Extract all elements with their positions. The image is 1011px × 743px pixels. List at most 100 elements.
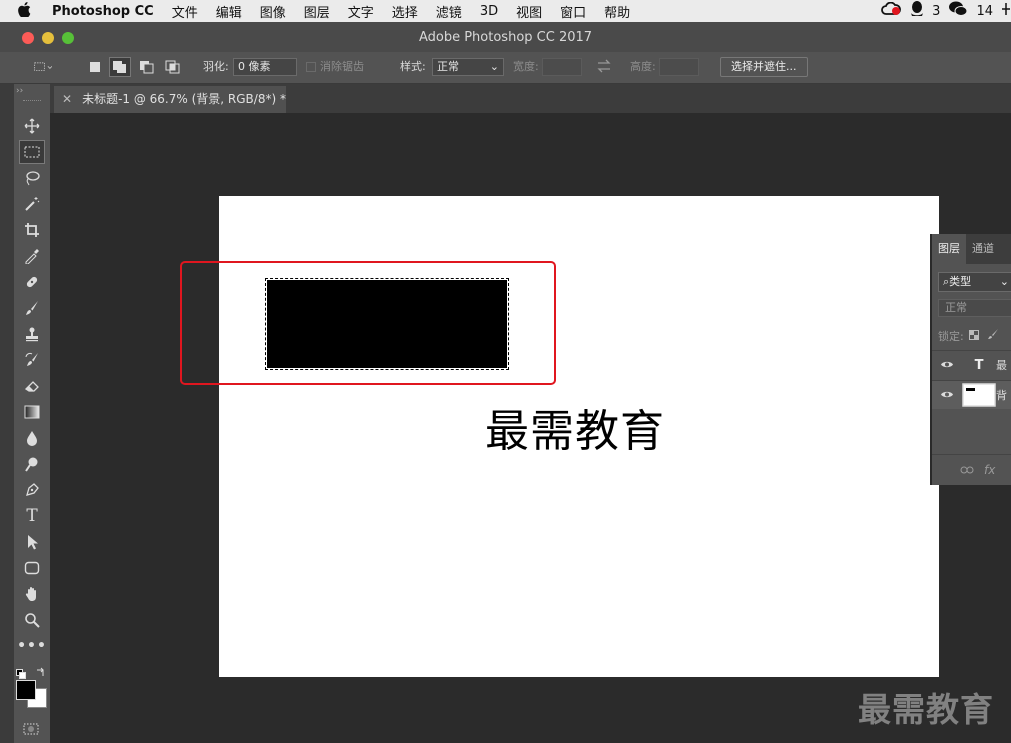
menu-bar: Photoshop CC 文件 编辑 图像 图层 文字 选择 滤镜 3D 视图 … [0, 0, 1011, 22]
lasso-tool-icon[interactable] [19, 166, 45, 190]
watermark-text: 最需教育 [858, 690, 994, 729]
height-input[interactable] [659, 58, 699, 76]
anti-alias-checkbox[interactable] [306, 62, 316, 72]
wechat-icon[interactable] [948, 1, 968, 21]
menu-help[interactable]: 帮助 [604, 2, 630, 21]
menu-filter[interactable]: 滤镜 [436, 2, 462, 21]
minimize-window-button[interactable] [42, 32, 54, 44]
brush-tool-icon[interactable] [19, 296, 45, 320]
tab-channels[interactable]: 通道 [966, 234, 1000, 264]
document-tab[interactable]: ✕ 未标题-1 @ 66.7% (背景, RGB/8*) * [54, 86, 286, 113]
history-brush-tool-icon[interactable] [19, 348, 45, 372]
layer-name: 最 [996, 359, 1007, 372]
link-layers-icon[interactable] [960, 463, 974, 477]
select-and-mask-button[interactable]: 选择并遮住... [720, 57, 808, 77]
anti-alias-label: 消除锯齿 [320, 60, 364, 73]
hand-tool-icon[interactable] [19, 582, 45, 606]
menu-image[interactable]: 图像 [260, 2, 286, 21]
wechat-count: 14 [976, 3, 993, 19]
lock-image-pixels-icon[interactable] [987, 329, 999, 343]
qq-count: 3 [932, 3, 941, 19]
pen-tool-icon[interactable] [19, 478, 45, 502]
dodge-tool-icon[interactable] [19, 452, 45, 476]
menu-view[interactable]: 视图 [516, 2, 542, 21]
document-tabbar: ✕ 未标题-1 @ 66.7% (背景, RGB/8*) * [50, 84, 1011, 113]
gradient-tool-icon[interactable] [19, 400, 45, 424]
clone-stamp-tool-icon[interactable] [19, 322, 45, 346]
menu-3d[interactable]: 3D [480, 4, 498, 19]
background-layer-thumbnail [962, 383, 996, 407]
menu-window[interactable]: 窗口 [560, 2, 586, 21]
edit-toolbar-icon[interactable]: ••• [17, 634, 46, 658]
layer-row-text[interactable]: T 最 [932, 350, 1011, 379]
expand-panel-icon[interactable]: ›› [16, 86, 23, 96]
rectangle-tool-icon[interactable] [19, 556, 45, 580]
qq-icon[interactable] [910, 1, 924, 21]
blur-tool-icon[interactable] [19, 426, 45, 450]
tab-layers[interactable]: 图层 [932, 234, 966, 264]
tool-preset-picker[interactable] [34, 58, 52, 76]
visibility-eye-icon[interactable] [932, 358, 962, 372]
creative-cloud-icon[interactable] [880, 1, 902, 20]
path-selection-tool-icon[interactable] [19, 530, 45, 554]
height-label: 高度: [630, 60, 656, 73]
lock-label: 锁定: [938, 330, 964, 343]
subtract-from-selection-icon[interactable] [138, 58, 156, 76]
apple-icon[interactable] [18, 1, 38, 21]
add-to-selection-icon[interactable] [109, 57, 131, 77]
fx-icon[interactable]: fx [984, 463, 995, 477]
tools-panel: ›› T ••• [14, 84, 51, 743]
magic-wand-tool-icon[interactable] [19, 192, 45, 216]
healing-brush-tool-icon[interactable] [19, 270, 45, 294]
visibility-eye-icon[interactable] [932, 388, 962, 402]
quick-mask-icon[interactable] [23, 720, 39, 739]
feather-input[interactable]: 0 像素 [233, 58, 297, 76]
swap-dimensions-icon[interactable] [596, 59, 612, 76]
layer-filter-value: 类型 [949, 275, 972, 288]
window-titlebar: Adobe Photoshop CC 2017 [0, 22, 1011, 52]
width-input[interactable] [542, 58, 582, 76]
marquee-tool-icon[interactable] [19, 140, 45, 164]
close-tab-icon[interactable]: ✕ [62, 92, 72, 106]
panel-grip[interactable] [23, 100, 41, 103]
style-select-value: 正常 [437, 60, 459, 73]
move-tool-icon[interactable] [19, 114, 45, 138]
lock-transparent-pixels-icon[interactable] [969, 330, 983, 343]
eraser-tool-icon[interactable] [19, 374, 45, 398]
menu-type[interactable]: 文字 [348, 2, 374, 21]
app-menu[interactable]: Photoshop CC [52, 4, 154, 19]
layer-filter-select[interactable]: ⌕类型 ⌄ [938, 272, 1011, 292]
left-dock-strip [0, 52, 14, 743]
layers-panel-footer: fx [932, 454, 1011, 485]
window-controls [22, 32, 74, 44]
layer-row-background[interactable]: 背 [932, 380, 1011, 409]
menu-file[interactable]: 文件 [172, 2, 198, 21]
type-tool-icon[interactable]: T [19, 504, 45, 528]
chevron-down-icon: ⌄ [999, 275, 1009, 288]
zoom-tool-icon[interactable] [19, 608, 45, 632]
style-label: 样式: [400, 60, 426, 73]
eyedropper-tool-icon[interactable] [19, 244, 45, 268]
close-window-button[interactable] [22, 32, 34, 44]
swap-colors-icon[interactable] [36, 662, 46, 681]
menu-select[interactable]: 选择 [392, 2, 418, 21]
chevron-down-icon: ⌄ [489, 60, 499, 73]
zoom-window-button[interactable] [62, 32, 74, 44]
options-bar: 羽化: 0 像素 消除锯齿 样式: 正常 ⌄ 宽度: 高度: 选择并遮住... [0, 52, 1011, 84]
blend-mode-select[interactable]: 正常 [938, 299, 1011, 317]
annotation-highlight-box [180, 261, 556, 385]
crop-tool-icon[interactable] [19, 218, 45, 242]
style-select[interactable]: 正常 ⌄ [432, 58, 504, 76]
width-label: 宽度: [513, 60, 539, 73]
foreground-color-swatch[interactable] [16, 680, 36, 700]
document-tab-title: 未标题-1 @ 66.7% (背景, RGB/8*) * [82, 92, 286, 106]
layer-name: 背 [996, 389, 1007, 402]
menu-edit[interactable]: 编辑 [216, 2, 242, 21]
text-layer-thumbnail: T [974, 357, 984, 373]
new-selection-icon[interactable] [86, 58, 104, 76]
intersect-selection-icon[interactable] [164, 58, 182, 76]
extra-menu-icon[interactable] [1001, 2, 1011, 20]
status-icons: 3 14 [880, 0, 1011, 22]
layers-panel: 图层 通道 ⌕类型 ⌄ 正常 锁定: T 最 背 fx [930, 234, 1011, 485]
menu-layer[interactable]: 图层 [304, 2, 330, 21]
